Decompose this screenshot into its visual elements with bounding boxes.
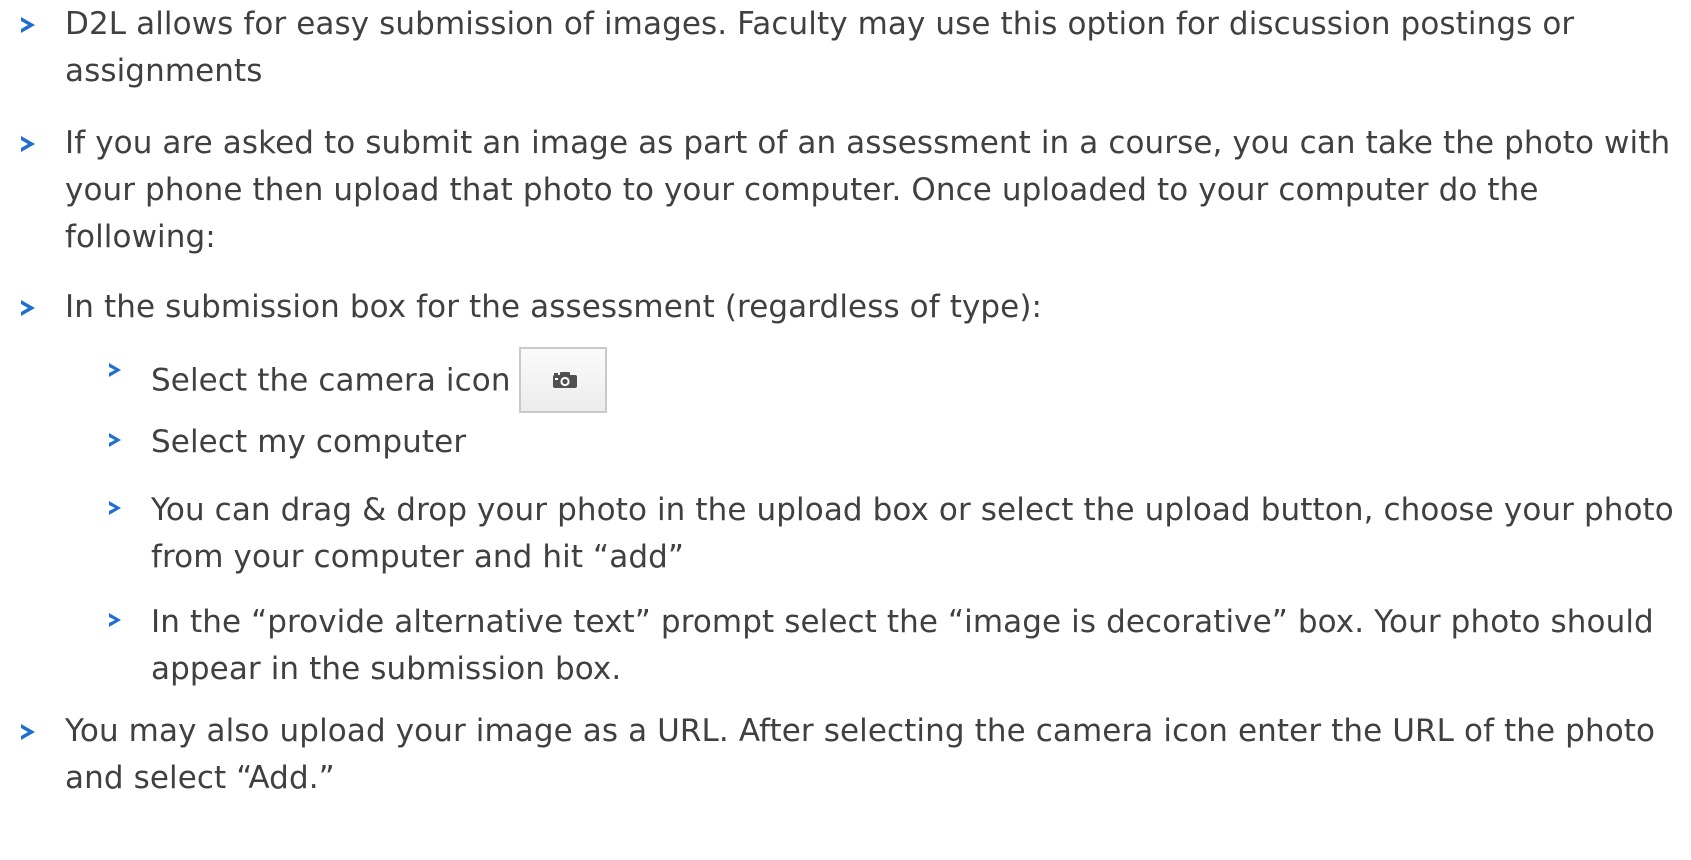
sub-bullet-item-drag-drop: You can drag & drop your photo in the up… [109, 487, 1679, 581]
slide: D2L allows for easy submission of images… [0, 0, 1691, 860]
sub-bullet-item-camera: Select the camera icon [109, 347, 1679, 415]
bullet-item-url-upload: You may also upload your image as a URL.… [21, 708, 1681, 802]
arrow-bullet-icon [21, 17, 35, 33]
arrow-bullet-icon [109, 363, 121, 377]
bullet-text: In the submission box for the assessment… [65, 289, 1043, 325]
arrow-bullet-icon [109, 613, 121, 627]
bullet-text: D2L allows for easy submission of images… [65, 6, 1575, 89]
arrow-bullet-icon [21, 724, 35, 740]
camera-icon [552, 372, 577, 388]
bullet-item-submit-image: If you are asked to submit an image as p… [21, 120, 1681, 261]
arrow-bullet-icon [109, 501, 121, 515]
arrow-bullet-icon [109, 433, 121, 447]
bullet-item-submission-box: In the submission box for the assessment… [21, 284, 1681, 331]
sub-bullet-item-alt-text: In the “provide alternative text” prompt… [109, 599, 1679, 693]
bullet-item-easy-submission: D2L allows for easy submission of images… [21, 1, 1681, 95]
bullet-text: In the “provide alternative text” prompt… [151, 604, 1654, 687]
sub-bullet-item-my-computer: Select my computer [109, 419, 1679, 466]
bullet-text: You may also upload your image as a URL.… [65, 713, 1656, 796]
bullet-text: Select the camera icon [151, 362, 511, 399]
arrow-bullet-icon [21, 136, 35, 152]
camera-button[interactable] [518, 347, 607, 413]
bullet-text: You can drag & drop your photo in the up… [151, 492, 1674, 575]
arrow-bullet-icon [21, 300, 35, 316]
bullet-text: Select my computer [151, 424, 467, 460]
bullet-text: If you are asked to submit an image as p… [65, 125, 1671, 255]
